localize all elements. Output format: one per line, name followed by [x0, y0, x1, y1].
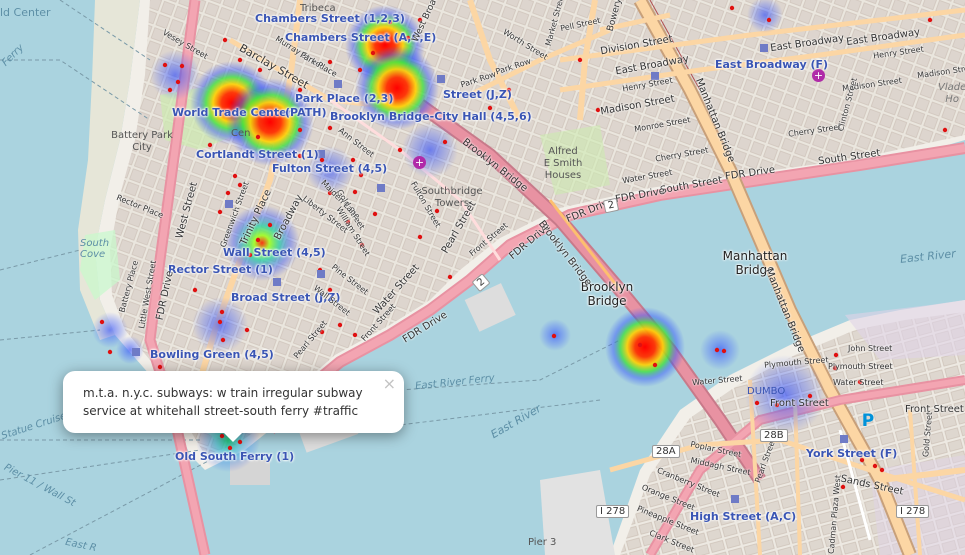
station-label-cortlandt[interactable]: Cortlandt Street (1): [196, 148, 319, 161]
subway-station-icon[interactable]: [377, 184, 385, 192]
popup-close-button[interactable]: ×: [383, 374, 396, 393]
route-shield: I 278: [596, 505, 630, 518]
street-label-front-bk: Front Street: [770, 398, 829, 409]
place-label-alfred-smith: Alfred E Smith Houses: [543, 146, 583, 181]
map-popup: m.t.a. n.y.c. subways: w train irregular…: [63, 371, 404, 442]
street-label-plymouth-2: Plymouth Street: [828, 362, 893, 371]
station-label-east-broadway[interactable]: East Broadway (F): [715, 58, 828, 71]
station-label-high[interactable]: High Street (A,C): [690, 510, 796, 523]
subway-station-icon[interactable]: [760, 44, 768, 52]
station-label-bowling-green[interactable]: Bowling Green (4,5): [150, 348, 274, 361]
station-label-wall[interactable]: Wall Street (4,5): [223, 246, 326, 259]
place-label-cen: Cen: [231, 128, 251, 139]
station-label-park-place[interactable]: Park Place (2,3): [295, 92, 393, 105]
street-label-john: John Street: [848, 344, 893, 353]
subway-station-icon[interactable]: [132, 348, 140, 356]
place-label-south-cove: South Cove: [80, 238, 110, 260]
subway-station-icon[interactable]: [273, 278, 281, 286]
street-label-front-3: Front Street: [905, 404, 964, 415]
station-label-world-trade[interactable]: World Trade Center: [172, 106, 292, 119]
place-label-vladeck: Vlade Ho: [938, 82, 965, 105]
place-label-tribeca: Tribeca: [300, 3, 336, 14]
route-shield: 28B: [760, 429, 788, 442]
popup-text: m.t.a. n.y.c. subways: w train irregular…: [83, 386, 363, 418]
subway-station-icon[interactable]: [731, 495, 739, 503]
station-label-york[interactable]: York Street (F): [806, 447, 897, 460]
station-label-fulton[interactable]: Fulton Street (4,5): [272, 162, 387, 175]
route-shield: I 278: [896, 505, 930, 518]
station-label-path[interactable]: (PATH): [285, 106, 326, 119]
subway-station-icon[interactable]: [334, 80, 342, 88]
hospital-icon: +: [413, 156, 426, 169]
subway-station-icon[interactable]: [317, 270, 325, 278]
map-canvas[interactable]: + + P Chambers Street (1,2,3) Chambers S…: [0, 0, 965, 555]
station-label-rector[interactable]: Rector Street (1): [168, 263, 273, 276]
place-label-manhattan-bridge: Manhattan Bridge: [722, 249, 788, 277]
place-label-pier3: Pier 3: [528, 537, 557, 548]
subway-station-icon[interactable]: [437, 75, 445, 83]
subway-station-icon[interactable]: [840, 435, 848, 443]
street-label-water-bk: Water Street: [833, 378, 884, 387]
station-label-chambers-jz[interactable]: Street (J,Z): [443, 88, 512, 101]
station-label-south-ferry[interactable]: Old South Ferry (1): [175, 450, 294, 463]
station-label-brooklyn-bridge[interactable]: Brooklyn Bridge-City Hall (4,5,6): [330, 110, 532, 123]
place-label-ld-center: ld Center: [0, 6, 51, 19]
parking-icon: P: [861, 411, 875, 431]
route-shield: 28A: [652, 445, 680, 458]
place-label-battery-park-city: Battery Park City: [111, 130, 173, 153]
place-label-dumbo: DUMBO: [747, 386, 786, 397]
popup-tip: [223, 432, 243, 442]
